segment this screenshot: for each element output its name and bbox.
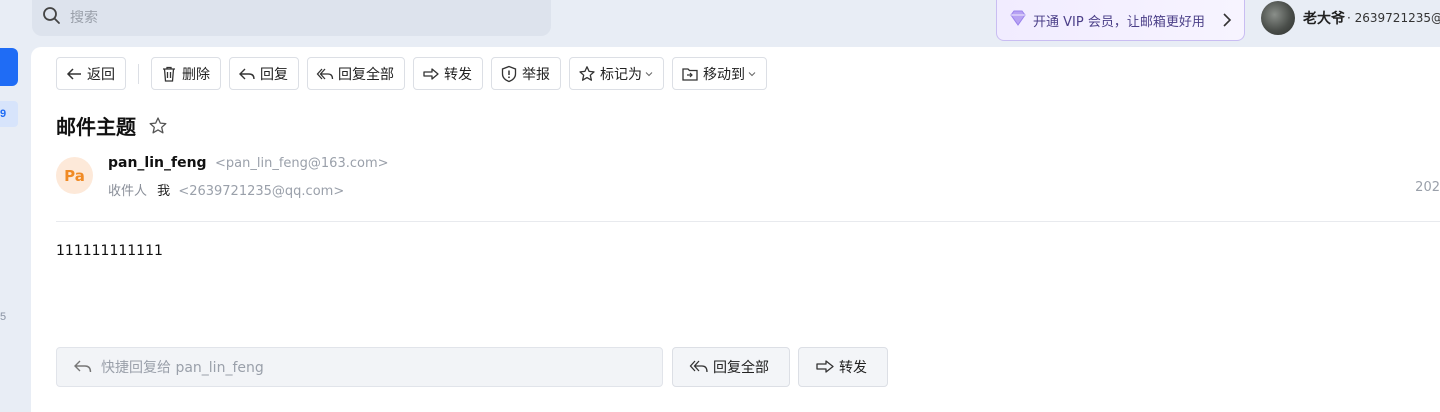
reply-icon [74,360,92,373]
mark-as-button[interactable]: 标记为 [569,57,664,90]
recipient-line: 收件人 我 <2639721235@qq.com> [108,180,344,199]
forward-icon [816,360,834,373]
folder-count: 5 [0,311,7,323]
user-email: · 2639721235@ [1347,11,1440,25]
forward-icon [423,67,439,80]
toolbar-divider [138,63,139,84]
reply-button[interactable]: 回复 [229,57,299,90]
move-to-button[interactable]: 移动到 [672,57,767,90]
quick-reply-input[interactable]: 快捷回复给 pan_lin_feng [56,347,663,387]
reply-label: 回复 [260,66,288,83]
report-button[interactable]: 举报 [491,57,561,90]
vip-banner[interactable]: 开通 VIP 会员，让邮箱更好用 [996,0,1245,41]
folder-move-icon [682,67,698,81]
sender-name[interactable]: pan_lin_feng [108,155,207,171]
back-label: 返回 [87,66,115,83]
search-bar[interactable] [32,0,551,36]
mark-as-label: 标记为 [600,66,642,83]
sender-avatar[interactable]: Pa [56,157,93,194]
compose-button[interactable] [0,48,18,86]
reply-all-icon [316,68,334,79]
mail-toolbar: 返回 删除 回复 回复全部 转发 举报 标记为 移动到 [56,57,775,90]
recipient-address: <2639721235@qq.com> [178,184,345,199]
user-name: 老大爷 [1303,11,1345,27]
delete-button[interactable]: 删除 [151,57,221,90]
star-icon[interactable] [148,116,168,136]
reply-all-button[interactable]: 回复全部 [307,57,405,90]
reply-all-footer-label: 回复全部 [713,360,769,376]
arrow-left-icon [66,67,81,80]
recipient-label: 收件人 [108,184,148,199]
user-profile[interactable]: 老大爷 · 2639721235@ [1261,0,1440,36]
quick-reply-placeholder: 快捷回复给 pan_lin_feng [101,360,264,376]
search-input[interactable] [70,10,470,26]
user-avatar[interactable] [1261,1,1295,35]
mail-date: 202 [1415,180,1440,195]
search-icon [42,6,62,31]
sender-address: <pan_lin_feng@163.com> [215,156,389,171]
header-divider [56,221,1440,222]
forward-footer-label: 转发 [839,360,867,376]
sender-line: pan_lin_feng <pan_lin_feng@163.com> [108,154,389,172]
vip-text: 开通 VIP 会员，让邮箱更好用 [1033,14,1205,30]
move-to-label: 移动到 [703,66,745,83]
mail-subject: 邮件主题 [56,115,136,139]
reply-icon [239,68,255,79]
subject-row: 邮件主题 [56,111,168,140]
chevron-down-icon [748,71,756,76]
star-icon [579,65,595,81]
diamond-icon [1009,9,1033,31]
reply-all-footer-button[interactable]: 回复全部 [672,347,790,387]
forward-footer-button[interactable]: 转发 [798,347,888,387]
forward-button[interactable]: 转发 [413,57,483,90]
chevron-down-icon [645,71,653,76]
back-button[interactable]: 返回 [56,57,126,90]
trash-icon [163,66,175,82]
reply-all-label: 回复全部 [338,66,394,83]
recipient-name[interactable]: 我 [157,184,170,199]
unread-badge[interactable]: 9 [0,101,18,127]
mail-body: 111111111111 [56,243,163,259]
forward-label: 转发 [444,66,472,83]
delete-label: 删除 [182,66,210,83]
reply-all-icon [689,360,708,373]
mail-view: 返回 删除 回复 回复全部 转发 举报 标记为 移动到 邮件主题 Pa pan_… [31,47,1440,412]
report-label: 举报 [522,66,550,83]
shield-icon [501,65,517,82]
